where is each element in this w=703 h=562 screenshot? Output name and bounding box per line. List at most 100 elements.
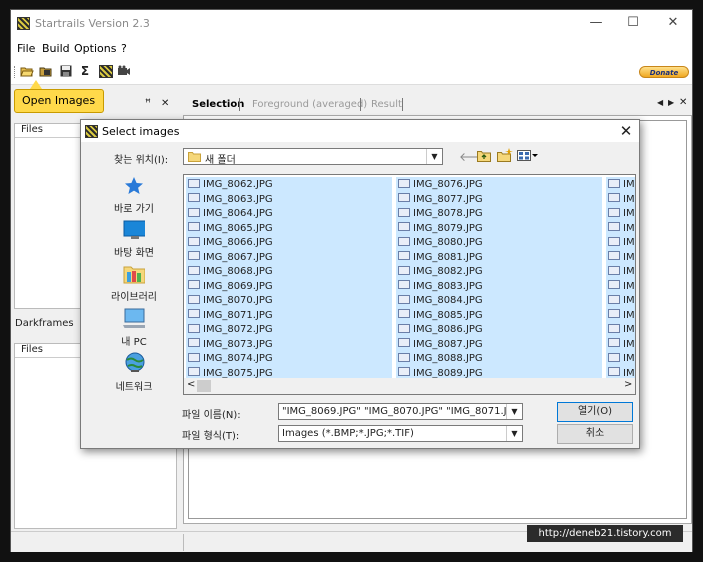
scroll-left-icon[interactable]: < [187, 379, 195, 390]
place-this-pc[interactable]: 내 PC [99, 308, 169, 348]
horizontal-scrollbar[interactable]: < > [184, 378, 635, 394]
file-item[interactable]: IMG_8066.JPG [186, 236, 392, 250]
tab-result[interactable]: Result [371, 99, 402, 110]
menu-file[interactable]: File [17, 42, 35, 55]
file-item[interactable]: IM [606, 192, 635, 207]
place-label: 바로 가기 [114, 204, 154, 215]
menu-help[interactable]: ? [121, 42, 127, 55]
place-libraries[interactable]: 라이브러리 [99, 264, 169, 304]
file-item[interactable]: IMG_8072.JPG [186, 323, 392, 337]
file-item[interactable]: IM [606, 250, 635, 265]
filename-input[interactable]: "IMG_8069.JPG" "IMG_8070.JPG" "IMG_8071.… [278, 403, 523, 420]
file-name: IM [623, 338, 635, 350]
menu-options[interactable]: Options [74, 42, 116, 55]
file-item[interactable]: IMG_8071.JPG [186, 308, 392, 323]
file-item[interactable]: IMG_8076.JPG [396, 178, 602, 192]
file-item[interactable]: IMG_8070.JPG [186, 294, 392, 308]
new-folder-icon[interactable] [497, 148, 513, 162]
donate-button[interactable]: Donate [639, 66, 689, 78]
tab-selection[interactable]: Selection [192, 99, 244, 110]
place-desktop[interactable]: 바탕 화면 [99, 220, 169, 260]
file-item[interactable]: IM [606, 207, 635, 221]
image-file-icon [608, 193, 620, 202]
file-name: IM [623, 222, 635, 234]
file-item[interactable]: IMG_8067.JPG [186, 250, 392, 265]
file-item[interactable]: IMG_8088.JPG [396, 352, 602, 366]
file-item[interactable]: IM [606, 294, 635, 308]
file-item[interactable]: IM [606, 279, 635, 294]
minimize-button[interactable]: — [586, 15, 606, 30]
startrails-build-button[interactable] [99, 65, 113, 78]
file-item[interactable]: IM [606, 265, 635, 279]
image-file-icon [398, 309, 410, 318]
file-name: IMG_8064.JPG [203, 208, 273, 219]
file-list[interactable]: IMG_8062.JPG IMG_8063.JPG IMG_8064.JPG IMG_… [183, 174, 636, 395]
file-item[interactable]: IMG_8062.JPG [186, 178, 392, 192]
file-item[interactable]: IMG_8064.JPG [186, 207, 392, 221]
image-file-icon [608, 178, 620, 188]
file-item[interactable]: IMG_8083.JPG [396, 279, 602, 294]
file-item[interactable]: IMG_8065.JPG [186, 221, 392, 236]
maximize-button[interactable]: ☐ [623, 15, 643, 30]
file-item[interactable]: IMG_8069.JPG [186, 279, 392, 294]
image-file-icon [398, 367, 410, 376]
chevron-down-icon[interactable]: ▼ [506, 426, 522, 441]
up-folder-icon[interactable] [477, 150, 491, 162]
file-item[interactable]: IM [606, 178, 635, 192]
tab-scroll-prev-icon[interactable]: ◀ [657, 98, 663, 107]
chevron-down-icon[interactable]: ▼ [506, 404, 522, 419]
file-item[interactable]: IMG_8077.JPG [396, 192, 602, 207]
file-name: IMG_8085.JPG [413, 309, 483, 321]
file-item[interactable]: IMG_8079.JPG [396, 221, 602, 236]
sigma-build-button[interactable]: Σ [78, 65, 92, 78]
image-file-icon [398, 323, 410, 333]
file-name: IMG_8072.JPG [203, 324, 273, 335]
file-item[interactable]: IM [606, 352, 635, 366]
pin-icon[interactable]: ꟸ [145, 98, 151, 109]
view-menu-icon[interactable] [517, 150, 539, 162]
file-item[interactable]: IMG_8087.JPG [396, 337, 602, 352]
file-item[interactable]: IM [606, 308, 635, 323]
left-pane-close-icon[interactable]: ✕ [161, 98, 169, 109]
file-item[interactable]: IMG_8073.JPG [186, 337, 392, 352]
file-item[interactable]: IMG_8063.JPG [186, 192, 392, 207]
look-in-label: 찾는 위치(I): [114, 155, 169, 166]
file-item[interactable]: IM [606, 337, 635, 352]
chevron-down-icon[interactable]: ▼ [426, 149, 442, 164]
file-name: IM [623, 367, 635, 379]
scroll-right-icon[interactable]: > [624, 379, 632, 390]
file-name: IMG_8062.JPG [203, 179, 273, 190]
file-item[interactable]: IM [606, 323, 635, 337]
place-quick-access[interactable]: 바로 가기 [99, 176, 169, 216]
close-button[interactable]: ✕ [663, 15, 683, 30]
file-item[interactable]: IMG_8074.JPG [186, 352, 392, 366]
file-name: IMG_8078.JPG [413, 208, 483, 219]
open-images-button[interactable] [20, 65, 34, 78]
save-button[interactable] [59, 65, 73, 78]
place-network[interactable]: 네트워크 [99, 352, 169, 394]
cancel-button[interactable]: 취소 [557, 424, 633, 444]
video-button[interactable] [117, 65, 131, 78]
look-in-dropdown[interactable]: 새 폴더 ▼ [183, 148, 443, 166]
file-item[interactable]: IM [606, 221, 635, 236]
tab-scroll-next-icon[interactable]: ▶ [668, 98, 674, 107]
filetype-dropdown[interactable]: Images (*.BMP;*.JPG;*.TIF) ▼ [278, 425, 523, 442]
image-file-icon [188, 338, 200, 347]
file-item[interactable]: IM [606, 236, 635, 250]
image-file-icon [398, 178, 410, 188]
file-item[interactable]: IMG_8068.JPG [186, 265, 392, 279]
file-item[interactable]: IMG_8085.JPG [396, 308, 602, 323]
open-button[interactable]: 열기(O) [557, 402, 633, 422]
file-item[interactable]: IMG_8084.JPG [396, 294, 602, 308]
tab-foreground-averaged[interactable]: Foreground (averaged) [252, 99, 367, 110]
open-darkframes-button[interactable] [39, 65, 53, 78]
menu-build[interactable]: Build [42, 42, 70, 55]
file-item[interactable]: IMG_8086.JPG [396, 323, 602, 337]
file-item[interactable]: IMG_8078.JPG [396, 207, 602, 221]
file-item[interactable]: IMG_8081.JPG [396, 250, 602, 265]
file-item[interactable]: IMG_8080.JPG [396, 236, 602, 250]
dialog-close-button[interactable]: ✕ [617, 122, 635, 140]
scroll-thumb[interactable] [197, 380, 211, 392]
tab-close-icon[interactable]: ✕ [679, 97, 687, 108]
file-item[interactable]: IMG_8082.JPG [396, 265, 602, 279]
